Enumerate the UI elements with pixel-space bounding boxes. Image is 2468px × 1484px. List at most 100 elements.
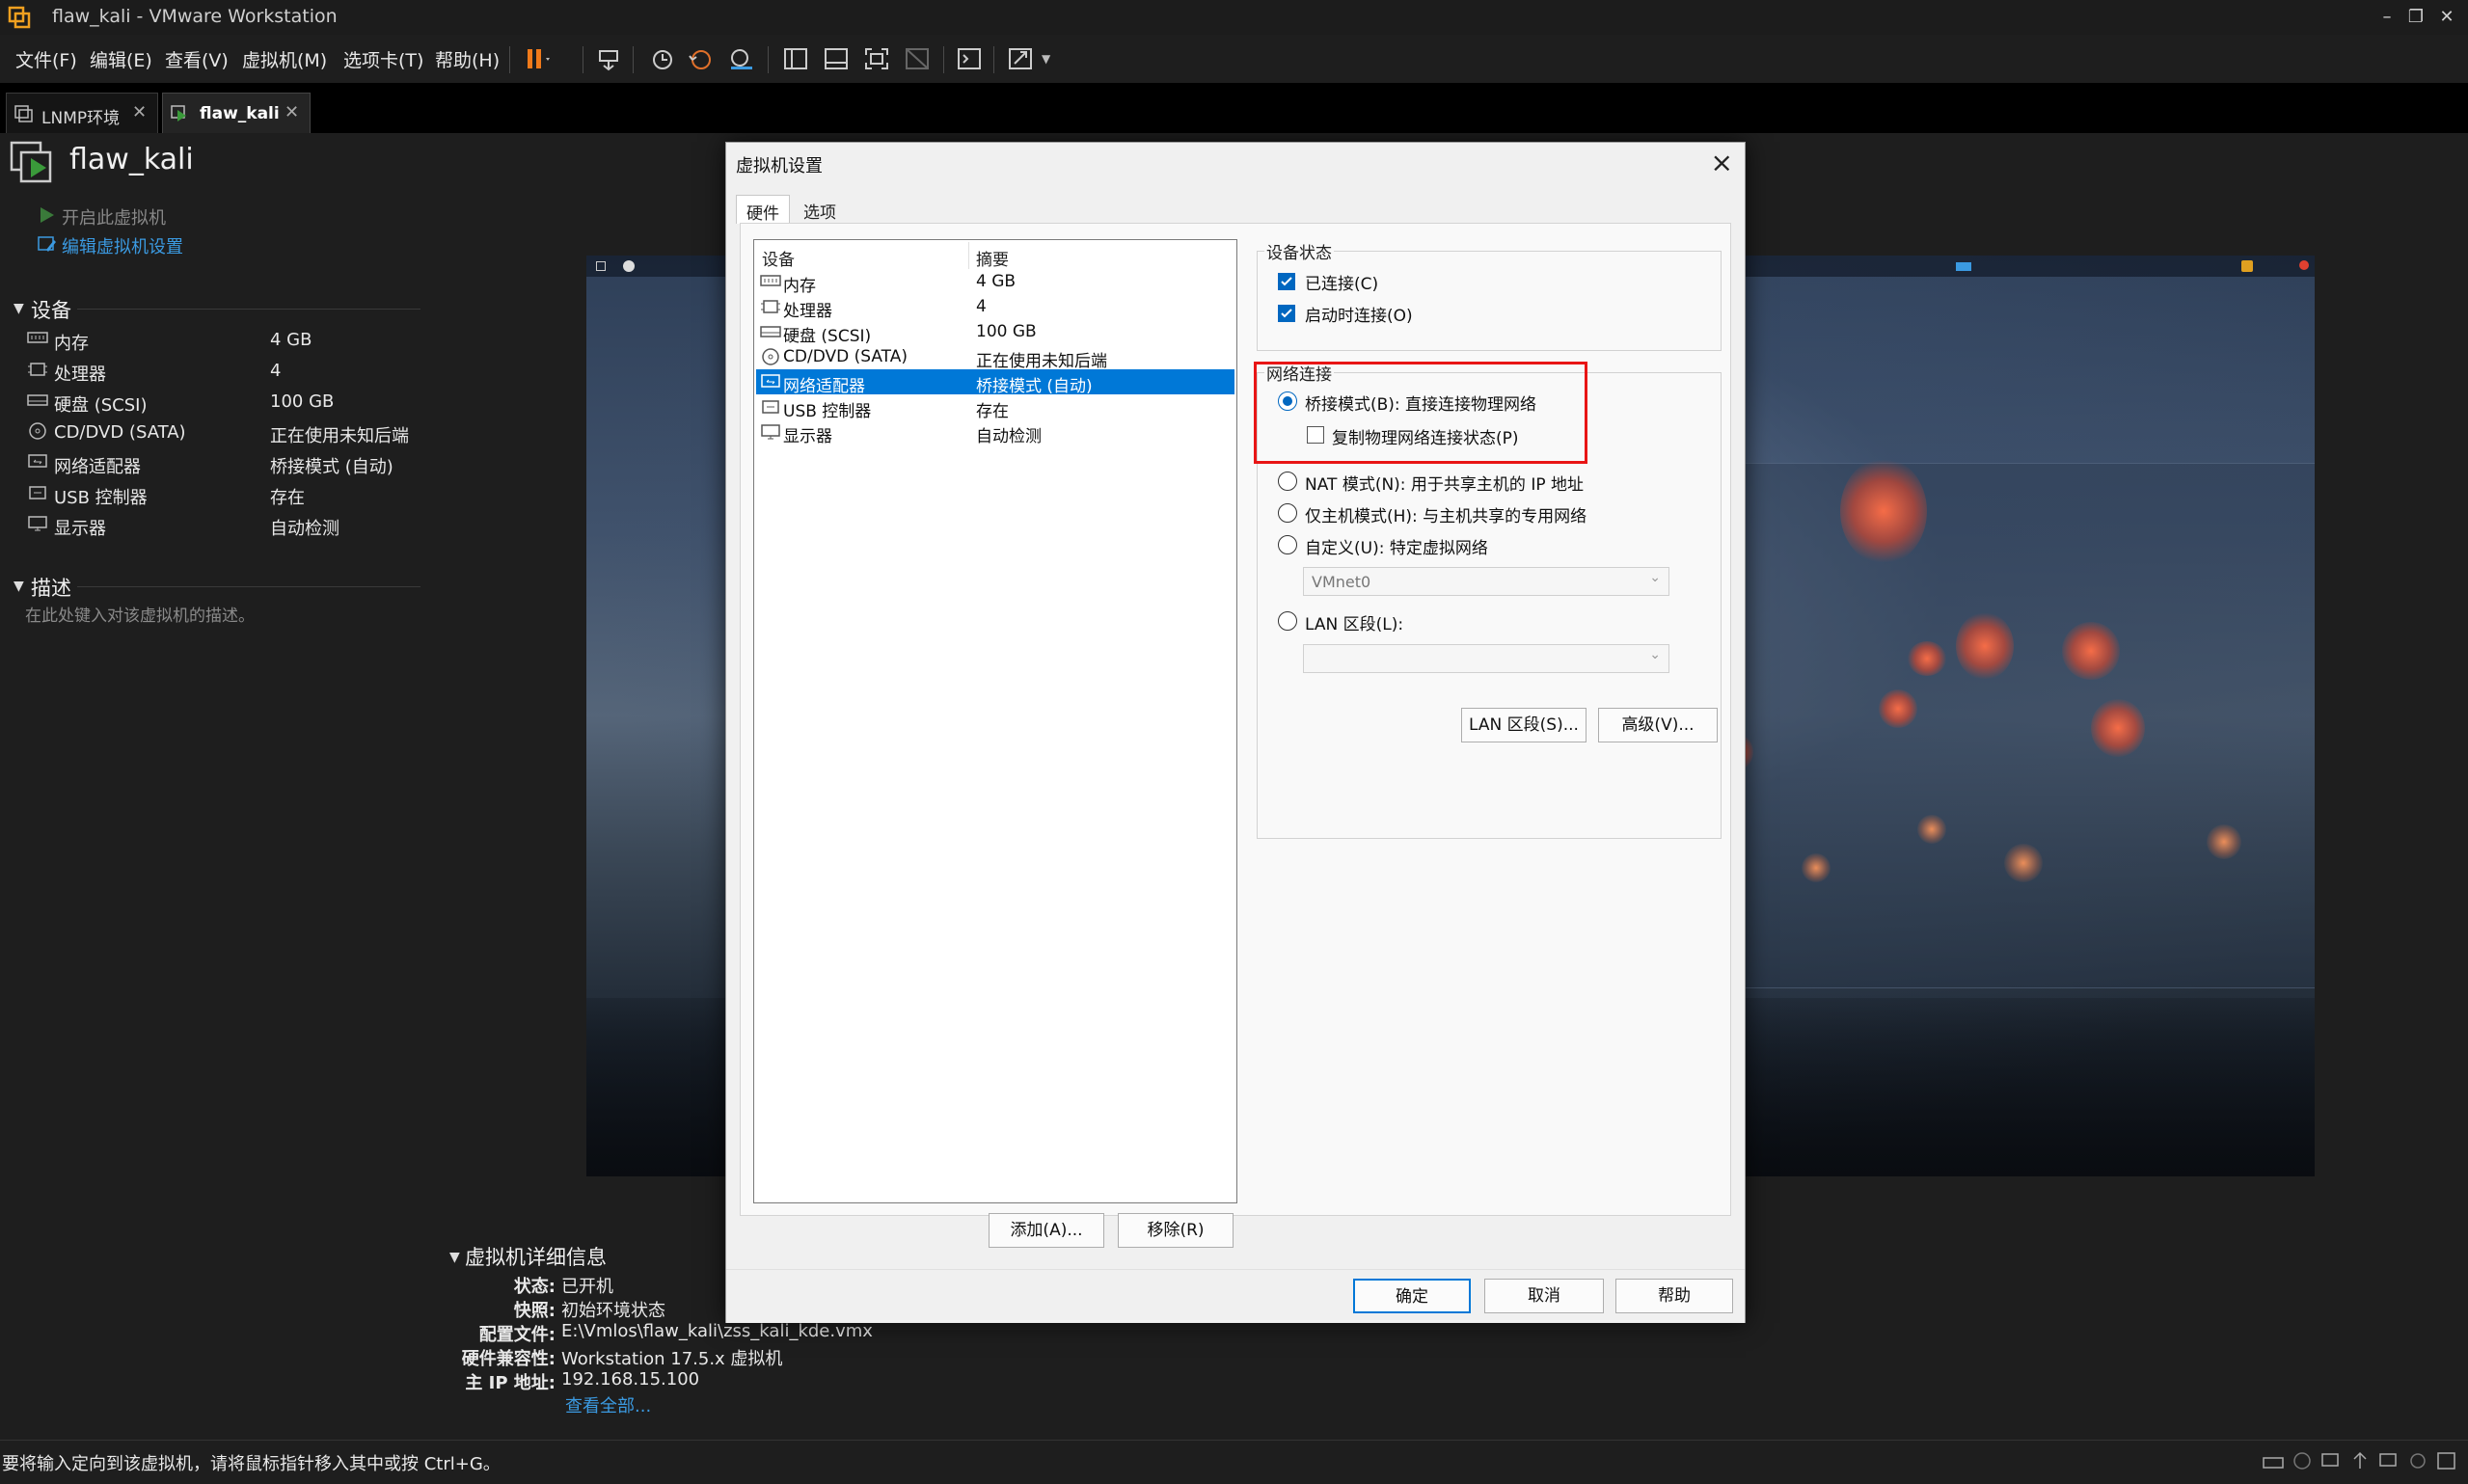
host-only-radio[interactable]: [1278, 503, 1297, 523]
dialog-device-row[interactable]: 硬盘 (SCSI) 100 GB: [756, 319, 1234, 346]
dialog-device-name: 网络适配器: [783, 377, 865, 396]
connect-at-power-on-checkbox[interactable]: [1278, 305, 1295, 322]
remove-button[interactable]: 移除(R): [1118, 1213, 1234, 1248]
custom-network-select[interactable]: VMnet0 ⌄: [1303, 567, 1669, 596]
device-row[interactable]: 硬盘 (SCSI) 100 GB: [27, 388, 432, 418]
cd-status-icon[interactable]: [2291, 1450, 2314, 1471]
menu-vm[interactable]: 虚拟机(M): [242, 46, 327, 72]
minimize-button[interactable]: –: [2373, 4, 2401, 31]
pause-icon[interactable]: [521, 43, 554, 74]
network-icon: [27, 453, 48, 471]
menu-file[interactable]: 文件(F): [15, 46, 77, 72]
device-value: 自动检测: [270, 519, 339, 539]
add-button[interactable]: 添加(A)...: [989, 1213, 1104, 1248]
network-status-icon[interactable]: [2319, 1450, 2343, 1471]
close-window-button[interactable]: ✕: [2432, 4, 2461, 31]
lan-segment-radio[interactable]: [1278, 611, 1297, 631]
menu-tabs[interactable]: 选项卡(T): [343, 46, 423, 72]
detail-value: Workstation 17.5.x 虚拟机: [561, 1349, 783, 1369]
dialog-device-row[interactable]: CD/DVD (SATA) 正在使用未知后端: [756, 344, 1234, 371]
close-tab-icon[interactable]: ✕: [132, 102, 147, 122]
unity-icon[interactable]: [901, 43, 934, 74]
usb-status-icon[interactable]: [2348, 1450, 2372, 1471]
dialog-device-name: USB 控制器: [783, 402, 872, 421]
edit-settings-link[interactable]: 编辑虚拟机设置: [62, 233, 183, 258]
hdd-icon: [760, 323, 781, 338]
detail-key: 状态:: [513, 1277, 556, 1297]
lan-segment-label[interactable]: LAN 区段(L):: [1305, 610, 1403, 634]
collapse-icon[interactable]: ▼: [449, 1250, 460, 1265]
restore-button[interactable]: ❐: [2401, 4, 2430, 31]
chevron-down-icon[interactable]: ▼: [1042, 52, 1050, 66]
device-row[interactable]: 显示器 自动检测: [27, 511, 432, 542]
nat-label[interactable]: NAT 模式(N): 用于共享主机的 IP 地址: [1305, 471, 1584, 495]
connected-checkbox[interactable]: [1278, 273, 1295, 290]
vmware-logo-icon: [8, 6, 31, 29]
guest-tray-icon: [1956, 262, 1971, 271]
dialog-device-row[interactable]: 显示器 自动检测: [756, 419, 1234, 446]
dialog-close-icon[interactable]: ×: [1711, 147, 1733, 178]
advanced-button[interactable]: 高级(V)...: [1598, 708, 1718, 742]
revert-snapshot-icon[interactable]: [685, 43, 718, 74]
snapshot-icon[interactable]: [646, 43, 679, 74]
thumbnail-bar-icon[interactable]: [820, 43, 853, 74]
device-row[interactable]: CD/DVD (SATA) 正在使用未知后端: [27, 418, 432, 449]
device-row[interactable]: USB 控制器 存在: [27, 480, 432, 511]
hdd-status-icon[interactable]: [2262, 1450, 2285, 1471]
device-name: CD/DVD (SATA): [54, 422, 186, 443]
help-button[interactable]: 帮助: [1615, 1279, 1733, 1313]
host-only-label[interactable]: 仅主机模式(H): 与主机共享的专用网络: [1305, 502, 1587, 526]
nat-radio[interactable]: [1278, 472, 1297, 491]
description-placeholder[interactable]: 在此处键入对该虚拟机的描述。: [25, 602, 255, 626]
sidebar-toggle-icon[interactable]: [779, 43, 812, 74]
fullscreen-icon[interactable]: [860, 43, 893, 74]
power-on-link[interactable]: 开启此虚拟机: [62, 204, 166, 229]
tab-bar: LNMP环境 ✕ flaw_kali ✕: [0, 83, 2468, 133]
detail-value: 已开机: [561, 1277, 613, 1297]
summary-column-header[interactable]: 摘要: [976, 246, 1009, 270]
menu-bar: 文件(F) 编辑(E) 查看(V) 虚拟机(M) 选项卡(T) 帮助(H) ▼: [0, 35, 2468, 83]
close-tab-icon[interactable]: ✕: [285, 102, 299, 122]
tab-flaw-kali[interactable]: flaw_kali ✕: [162, 93, 311, 133]
collapse-icon[interactable]: ▼: [14, 301, 24, 316]
device-status-group: [1257, 251, 1722, 351]
chevron-down-icon: ⌄: [1649, 570, 1661, 585]
dialog-device-row[interactable]: 内存 4 GB: [756, 269, 1234, 296]
dialog-device-row[interactable]: 处理器 4: [756, 294, 1234, 321]
send-ctrl-alt-del-icon[interactable]: [592, 43, 625, 74]
status-bar: 要将输入定向到该虚拟机，请将鼠标指针移入其中或按 Ctrl+G。: [0, 1440, 2468, 1484]
custom-radio[interactable]: [1278, 535, 1297, 554]
collapse-icon[interactable]: ▼: [14, 579, 24, 594]
lan-segments-button[interactable]: LAN 区段(S)...: [1461, 708, 1587, 742]
sound-status-icon[interactable]: [2377, 1450, 2400, 1471]
stretch-guest-icon[interactable]: [1005, 43, 1038, 74]
custom-label[interactable]: 自定义(U): 特定虚拟网络: [1305, 534, 1488, 558]
menu-edit[interactable]: 编辑(E): [90, 46, 152, 72]
device-list[interactable]: 设备 摘要 内存 4 GB 处理器 4 硬盘 (SCSI) 100 GB CD/DVD (S…: [753, 239, 1237, 1203]
menu-help[interactable]: 帮助(H): [435, 46, 500, 72]
dialog-device-row[interactable]: USB 控制器 存在: [756, 394, 1234, 421]
ok-button[interactable]: 确定: [1353, 1279, 1471, 1313]
connect-at-power-on-label[interactable]: 启动时连接(O): [1305, 302, 1413, 326]
device-row[interactable]: 网络适配器 桥接模式 (自动): [27, 449, 432, 480]
menu-view[interactable]: 查看(V): [165, 46, 229, 72]
dialog-device-row[interactable]: 网络适配器 桥接模式 (自动): [756, 369, 1234, 396]
tab-lnmp[interactable]: LNMP环境 ✕: [6, 93, 158, 133]
device-row[interactable]: 内存 4 GB: [27, 326, 432, 357]
display-status-icon[interactable]: [2406, 1450, 2429, 1471]
console-view-icon[interactable]: [953, 43, 986, 74]
toolbar-separator: [768, 46, 769, 73]
tab-options[interactable]: 选项: [794, 195, 846, 224]
device-row[interactable]: 处理器 4: [27, 357, 432, 388]
divider: [77, 586, 420, 587]
title-bar: flaw_kali - VMware Workstation – ❐ ✕: [0, 0, 2468, 35]
lan-segment-select[interactable]: ⌄: [1303, 644, 1669, 673]
snapshot-manager-icon[interactable]: [725, 43, 758, 74]
tab-hardware[interactable]: 硬件: [736, 195, 790, 224]
fullscreen-status-icon[interactable]: [2435, 1450, 2458, 1471]
toolbar-separator: [993, 46, 994, 73]
view-all-link[interactable]: 查看全部...: [565, 1392, 651, 1417]
device-column-header[interactable]: 设备: [762, 246, 795, 270]
connected-label[interactable]: 已连接(C): [1305, 270, 1378, 294]
cancel-button[interactable]: 取消: [1484, 1279, 1604, 1313]
